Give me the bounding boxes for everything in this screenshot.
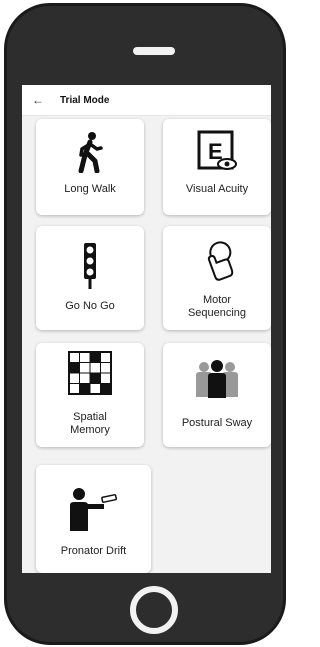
tile-motor-sequencing[interactable]: Motor Sequencing xyxy=(163,226,271,330)
traffic-light-icon xyxy=(84,243,96,289)
tile-label: Motor Sequencing xyxy=(187,294,247,319)
tile-label: Visual Acuity xyxy=(185,183,249,195)
page-title: Trial Mode xyxy=(60,94,110,106)
people-group-icon xyxy=(196,360,238,398)
app-bar: ← Trial Mode xyxy=(22,85,271,116)
back-arrow-icon[interactable]: ← xyxy=(32,93,46,107)
tile-visual-acuity[interactable]: E Visual Acuity xyxy=(163,119,271,215)
tile-label: Spatial Memory xyxy=(70,411,110,436)
tile-long-walk[interactable]: Long Walk xyxy=(36,119,144,215)
grid-memory-icon xyxy=(68,351,112,395)
tile-label: Go No Go xyxy=(65,300,115,312)
finger-tap-icon xyxy=(207,241,234,281)
person-arm-extended-icon xyxy=(69,488,117,531)
tile-label: Pronator Drift xyxy=(60,545,127,557)
tile-postural-sway[interactable]: Postural Sway xyxy=(163,343,271,447)
tile-label: Postural Sway xyxy=(181,417,253,429)
phone-speaker xyxy=(133,47,175,55)
tile-go-no-go[interactable]: Go No Go xyxy=(36,226,144,330)
phone-frame: ← Trial Mode Long Walk E Visual Acuity G… xyxy=(4,3,286,645)
tile-pronator-drift[interactable]: Pronator Drift xyxy=(36,465,151,573)
app-screen: ← Trial Mode Long Walk E Visual Acuity G… xyxy=(22,85,271,573)
home-button[interactable] xyxy=(130,586,178,634)
tile-spatial-memory[interactable]: Spatial Memory xyxy=(36,343,144,447)
eye-chart-icon: E xyxy=(197,130,237,170)
tile-label: Long Walk xyxy=(64,183,116,195)
walking-person-icon xyxy=(78,132,103,173)
